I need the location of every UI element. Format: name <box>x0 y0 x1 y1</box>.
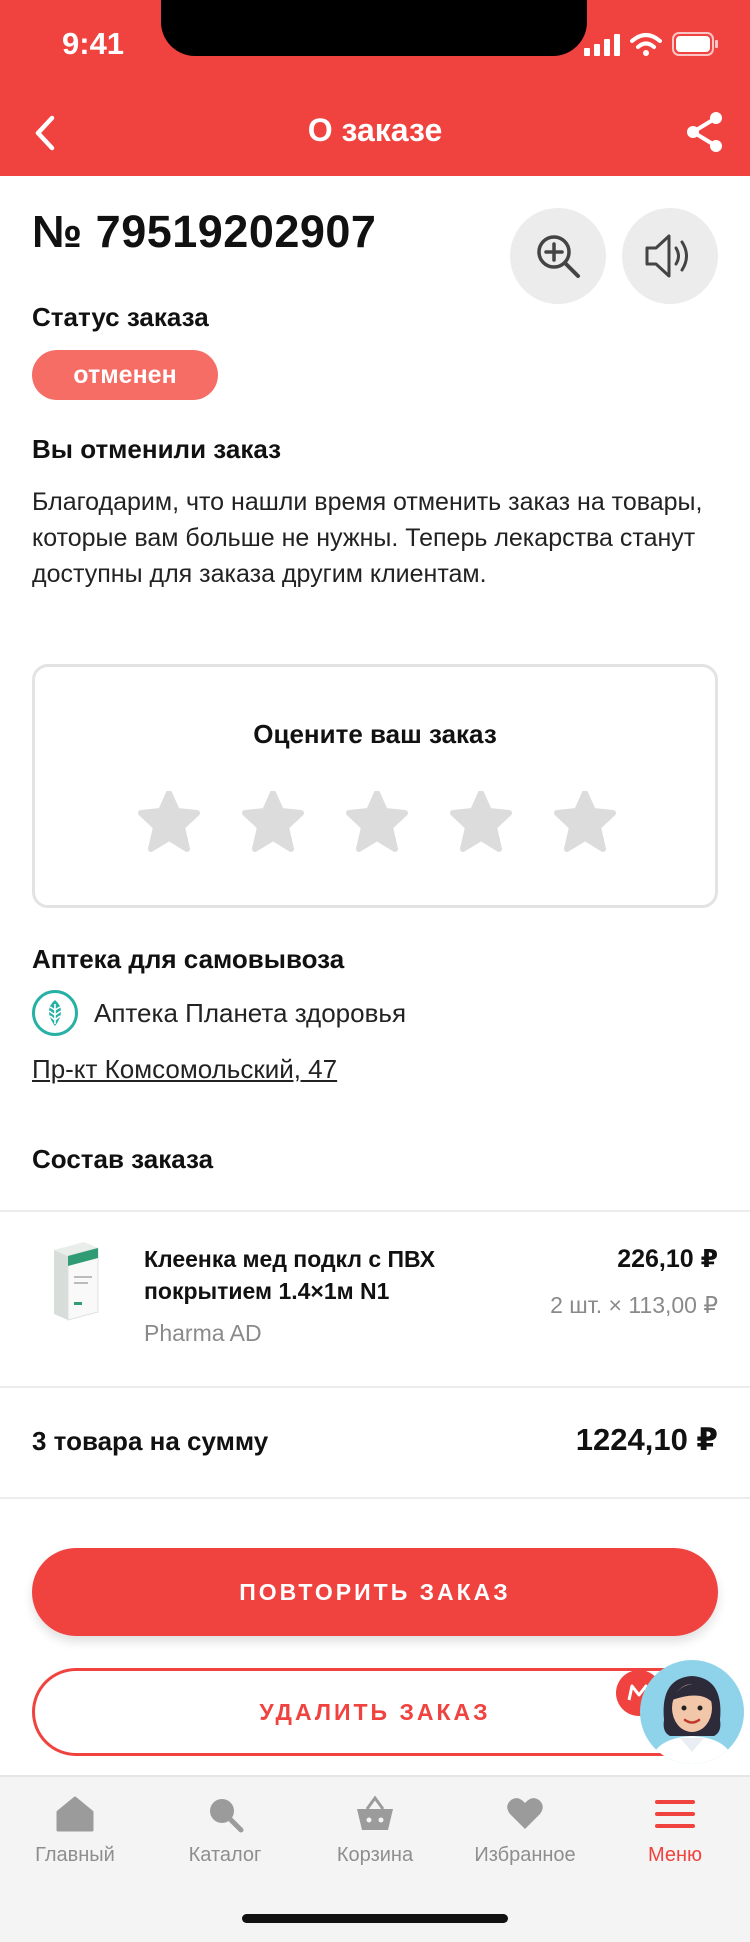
home-indicator <box>242 1914 508 1923</box>
divider <box>0 1210 750 1212</box>
heart-icon <box>507 1798 543 1829</box>
share-icon[interactable] <box>684 110 726 154</box>
search-icon <box>210 1799 244 1833</box>
rating-card: Оцените ваш заказ <box>32 664 718 908</box>
star-icon-3[interactable] <box>345 791 409 853</box>
page-title: О заказе <box>307 112 443 148</box>
pharmacy-address-link[interactable]: Пр-кт Комсомольский, 47 <box>32 1054 337 1085</box>
zoom-in-icon <box>537 235 580 278</box>
order-number: № 79519202907 <box>32 206 377 257</box>
speaker-button[interactable] <box>622 208 718 304</box>
basket-icon <box>357 1795 393 1830</box>
wifi-icon <box>630 33 662 56</box>
delete-order-button[interactable]: УДАЛИТЬ ЗАКАЗ <box>32 1668 718 1756</box>
pickup-title: Аптека для самовывоза <box>32 944 345 974</box>
speaker-icon <box>645 234 688 278</box>
star-icon-1[interactable] <box>137 791 201 853</box>
status-label: Статус заказа <box>32 302 209 332</box>
product-image[interactable] <box>32 1236 118 1326</box>
tab-home[interactable]: Главный <box>0 1795 150 1867</box>
star-icon-4[interactable] <box>449 791 513 853</box>
menu-icon <box>655 1800 695 1828</box>
star-icon-5[interactable] <box>553 791 617 853</box>
item-price: 226,10 ₽ <box>617 1245 718 1273</box>
header-bar: 9:41 О заказе <box>0 0 750 176</box>
tab-label: Избранное <box>474 1844 576 1866</box>
tab-label: Каталог <box>188 1844 262 1866</box>
repeat-order-button[interactable]: ПОВТОРИТЬ ЗАКАЗ <box>32 1548 718 1636</box>
battery-icon <box>672 32 718 56</box>
composition-title: Состав заказа <box>32 1144 214 1174</box>
assistant-avatar[interactable] <box>640 1660 744 1764</box>
divider <box>0 1497 750 1499</box>
tab-label: Корзина <box>336 1844 414 1866</box>
item-brand: Pharma AD <box>144 1320 262 1346</box>
zoom-button[interactable] <box>510 208 606 304</box>
cancel-title: Вы отменили заказ <box>32 434 282 464</box>
total-value: 1224,10 ₽ <box>575 1422 718 1457</box>
item-name[interactable]: Клеенка мед подкл с ПВХ покрытием 1.4×1м… <box>144 1243 504 1307</box>
pharmacy-name: Аптека Планета здоровья <box>94 998 407 1028</box>
signal-icon <box>584 34 620 56</box>
total-label: 3 товара на сумму <box>32 1426 269 1456</box>
tab-favorites[interactable]: Избранное <box>450 1795 600 1867</box>
cancel-text: Благодарим, что нашли время отменить зак… <box>32 488 703 588</box>
tab-label: Главный <box>35 1844 115 1866</box>
home-icon <box>56 1796 94 1832</box>
item-quantity: 2 шт. × 113,00 ₽ <box>550 1292 718 1318</box>
tab-cart[interactable]: Корзина <box>300 1795 450 1867</box>
device-notch <box>161 0 587 56</box>
status-badge: отменен <box>32 350 218 400</box>
tab-catalog[interactable]: Каталог <box>150 1795 300 1867</box>
tab-label: Меню <box>647 1844 703 1866</box>
rating-title: Оцените ваш заказ <box>253 719 497 749</box>
pharmacy-logo-icon <box>32 990 78 1036</box>
divider <box>0 1386 750 1388</box>
status-time: 9:41 <box>62 26 125 61</box>
tab-menu[interactable]: Меню <box>600 1795 750 1867</box>
star-icon-2[interactable] <box>241 791 305 853</box>
